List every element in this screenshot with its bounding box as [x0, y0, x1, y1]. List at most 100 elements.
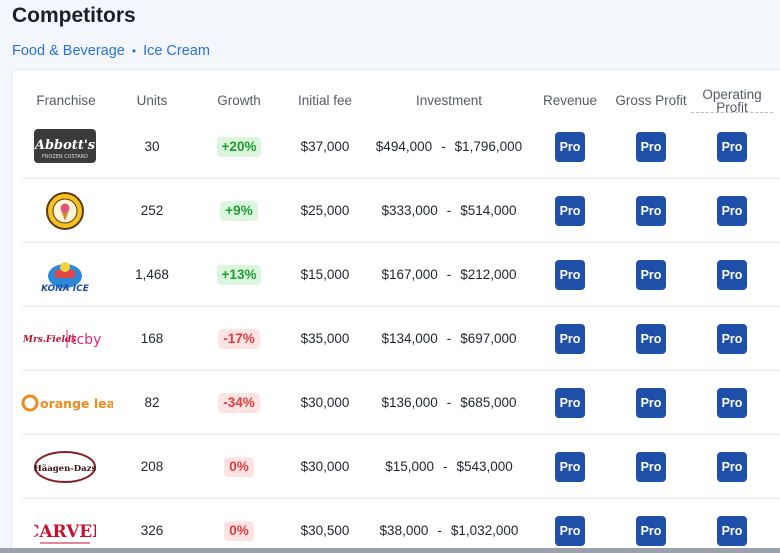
initial-fee-cell: $15,000 — [300, 267, 350, 282]
investment-range: $167,000 - $212,000 — [362, 267, 536, 282]
investment-range: $333,000 - $514,000 — [362, 203, 536, 218]
investment-range: $15,000 - $543,000 — [362, 459, 536, 474]
gross-profit-pro-button[interactable]: Pro — [636, 452, 666, 482]
header-investment[interactable]: Investment — [408, 94, 490, 108]
investment-range: $136,000 - $685,000 — [362, 395, 536, 410]
row-separator — [22, 178, 780, 179]
revenue-pro-button[interactable]: Pro — [555, 132, 585, 162]
svg-text:orange leaf: orange leaf — [40, 396, 113, 411]
gross-profit-pro-button[interactable]: Pro — [636, 132, 666, 162]
gross-profit-pro-button[interactable]: Pro — [636, 516, 666, 546]
units-cell: 1,468 — [135, 267, 169, 282]
investment-max: $1,796,000 — [454, 139, 523, 154]
initial-fee-cell: $35,000 — [300, 331, 350, 346]
operating-profit-pro-button[interactable]: Pro — [717, 324, 747, 354]
investment-dash: - — [441, 139, 446, 154]
investment-max: $697,000 — [460, 331, 517, 346]
header-revenue[interactable]: Revenue — [538, 94, 602, 108]
initial-fee-cell: $30,000 — [300, 459, 350, 474]
svg-text:tcby: tcby — [71, 332, 101, 348]
growth-badge: -17% — [218, 329, 260, 349]
units-cell: 168 — [140, 331, 164, 346]
header-franchise[interactable]: Franchise — [30, 94, 102, 108]
gross-profit-pro-button[interactable]: Pro — [636, 260, 666, 290]
investment-min: $136,000 — [381, 395, 438, 410]
investment-dash: - — [446, 331, 452, 346]
investment-range: $38,000 - $1,032,000 — [362, 523, 536, 538]
scrollbar-track[interactable] — [0, 548, 780, 553]
investment-max: $514,000 — [460, 203, 517, 218]
units-cell: 326 — [140, 523, 164, 538]
revenue-pro-button[interactable]: Pro — [555, 516, 585, 546]
investment-min: $38,000 — [379, 523, 429, 538]
breadcrumb-category-link[interactable]: Food & Beverage — [12, 43, 125, 59]
growth-badge: +9% — [220, 201, 258, 221]
investment-max: $1,032,000 — [450, 523, 519, 538]
revenue-pro-button[interactable]: Pro — [555, 452, 585, 482]
operating-profit-pro-button[interactable]: Pro — [717, 260, 747, 290]
growth-badge: 0% — [224, 521, 254, 541]
operating-profit-pro-button[interactable]: Pro — [717, 452, 747, 482]
growth-badge: -34% — [218, 393, 260, 413]
svg-text:KONA ICE: KONA ICE — [41, 284, 90, 294]
investment-min: $333,000 — [381, 203, 438, 218]
breadcrumb-subcategory-link[interactable]: Ice Cream — [143, 43, 210, 59]
breadcrumb: Food & Beverage • Ice Cream — [12, 43, 210, 59]
growth-badge: 0% — [224, 457, 254, 477]
operating-profit-pro-button[interactable]: Pro — [717, 132, 747, 162]
investment-min: $494,000 — [375, 139, 433, 154]
header-growth[interactable]: Growth — [210, 94, 268, 108]
row-separator — [22, 434, 780, 435]
svg-text:Mrs.Fields: Mrs.Fields — [23, 335, 76, 345]
gross-profit-pro-button[interactable]: Pro — [636, 388, 666, 418]
investment-dash: - — [446, 267, 452, 282]
revenue-pro-button[interactable]: Pro — [555, 324, 585, 354]
growth-badge: +20% — [216, 137, 262, 157]
carvel-logo[interactable]: CARVEL — [26, 512, 104, 553]
operating-profit-pro-button[interactable]: Pro — [717, 388, 747, 418]
svg-text:Abbott's: Abbott's — [33, 138, 96, 153]
svg-text:FROZEN CUSTARD: FROZEN CUSTARD — [42, 154, 88, 160]
operating-profit-pro-button[interactable]: Pro — [717, 516, 747, 546]
gross-profit-pro-button[interactable]: Pro — [636, 196, 666, 226]
investment-range: $134,000 - $697,000 — [362, 331, 536, 346]
row-separator — [22, 242, 780, 243]
units-cell: 208 — [140, 459, 164, 474]
haagen-dazs-logo[interactable]: Häagen-Dazs — [33, 449, 97, 490]
revenue-pro-button[interactable]: Pro — [555, 388, 585, 418]
gross-profit-pro-button[interactable]: Pro — [636, 324, 666, 354]
revenue-pro-button[interactable]: Pro — [555, 196, 585, 226]
investment-min: $167,000 — [381, 267, 438, 282]
initial-fee-cell: $37,000 — [300, 139, 350, 154]
breadcrumb-separator: • — [131, 44, 137, 58]
investment-max: $685,000 — [460, 395, 517, 410]
header-gross-profit[interactable]: Gross Profit — [611, 94, 691, 108]
svg-text:CARVEL: CARVEL — [34, 522, 96, 542]
revenue-pro-button[interactable]: Pro — [555, 260, 585, 290]
header-initial-fee[interactable]: Initial fee — [292, 94, 358, 108]
initial-fee-cell: $30,000 — [300, 395, 350, 410]
units-cell: 82 — [144, 395, 160, 410]
operating-profit-pro-button[interactable]: Pro — [717, 196, 747, 226]
investment-dash: - — [446, 395, 452, 410]
investment-dash: - — [443, 459, 448, 474]
row-separator — [22, 306, 780, 307]
investment-min: $15,000 — [385, 459, 434, 474]
investment-min: $134,000 — [381, 331, 438, 346]
units-cell: 30 — [144, 139, 160, 154]
row-separator — [22, 370, 780, 371]
page-title: Competitors — [12, 4, 136, 27]
kona-ice-logo[interactable]: KONA ICE — [35, 256, 95, 301]
orange-leaf-logo[interactable]: orange leaf — [21, 390, 121, 421]
growth-badge: +13% — [216, 265, 262, 285]
mrs-fields-tcby-logo[interactable]: Mrs.Fields tcby — [22, 324, 107, 359]
investment-max: $543,000 — [456, 459, 513, 474]
marble-slab-logo[interactable] — [45, 191, 85, 236]
investment-dash: - — [446, 203, 452, 218]
investment-dash: - — [437, 523, 442, 538]
initial-fee-cell: $30,500 — [300, 523, 350, 538]
header-operating-profit-line2: Profit — [716, 100, 748, 115]
header-operating-profit[interactable]: Operating Profit — [691, 88, 773, 115]
abbotts-logo[interactable]: Abbott's FROZEN CUSTARD — [33, 127, 97, 170]
header-units[interactable]: Units — [127, 94, 177, 108]
